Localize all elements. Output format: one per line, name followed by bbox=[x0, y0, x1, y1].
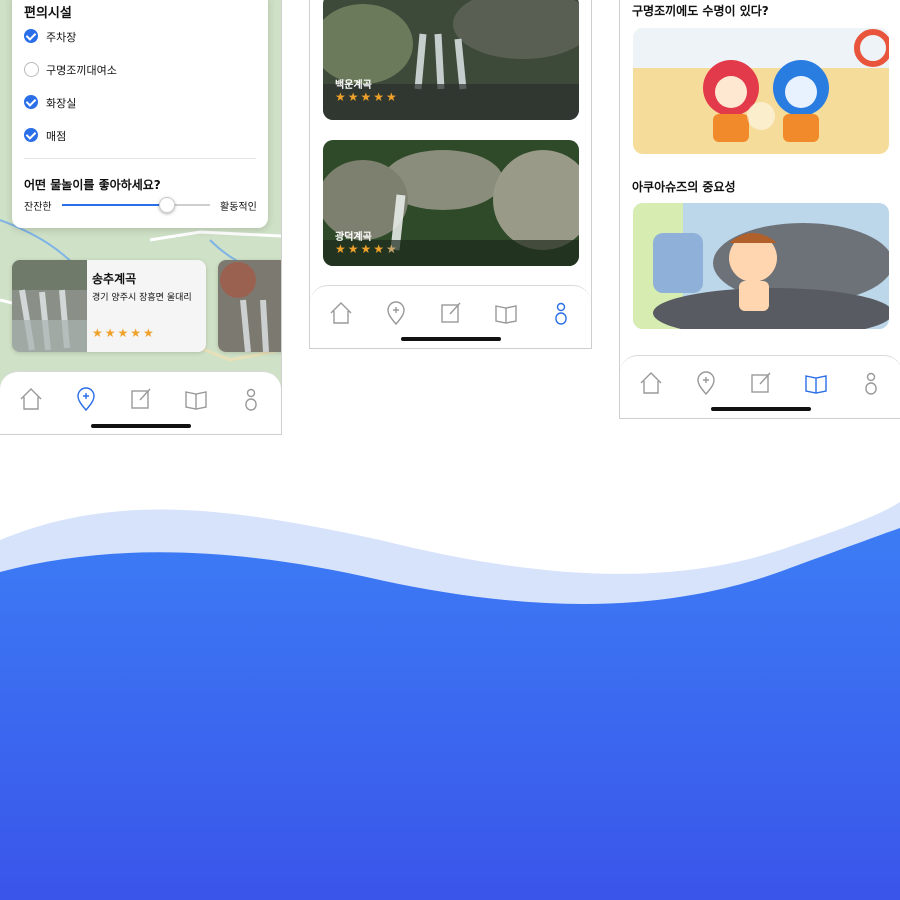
article-card-aquashoes[interactable] bbox=[633, 203, 889, 329]
slider-min-label: 잔잔한 bbox=[24, 202, 52, 213]
place-card[interactable]: 송추계곡 경기 양주시 장흥면 울대리 ★★★★★ bbox=[12, 260, 206, 352]
checkbox-checked-icon[interactable] bbox=[24, 95, 38, 109]
valley-name: 광덕계곡 bbox=[335, 232, 372, 243]
article-illustration bbox=[633, 203, 889, 329]
home-indicator bbox=[401, 337, 501, 341]
article-title: 아쿠아슈즈의 중요성 bbox=[632, 180, 736, 194]
edit-icon[interactable] bbox=[128, 386, 154, 412]
book-icon[interactable] bbox=[493, 300, 519, 326]
book-icon[interactable] bbox=[803, 370, 829, 396]
place-name: 송추계곡 bbox=[92, 272, 137, 286]
person-icon[interactable] bbox=[858, 370, 884, 396]
valley-rating-stars: ★★★★★ bbox=[335, 90, 399, 104]
activity-question: 어떤 물놀이를 좋아하세요? bbox=[24, 178, 161, 192]
map-pin-icon[interactable] bbox=[73, 386, 99, 412]
home-icon[interactable] bbox=[638, 370, 664, 396]
facility-filter-card: 편의시설 주차장 구명조끼대여소 화장실 매점 어떤 물놀이를 좋아하세요? 잔… bbox=[12, 0, 268, 228]
map-pin-icon[interactable] bbox=[693, 370, 719, 396]
tab-bar bbox=[310, 285, 591, 348]
home-indicator bbox=[711, 407, 811, 411]
checkbox-checked-icon[interactable] bbox=[24, 29, 38, 43]
article-illustration bbox=[633, 28, 889, 154]
home-icon[interactable] bbox=[18, 386, 44, 412]
guide-screen: 구명조끼에도 수명이 있다? 아쿠아슈즈의 중요성 bbox=[619, 0, 900, 419]
slider-thumb[interactable] bbox=[158, 197, 175, 213]
filter-title: 편의시설 bbox=[24, 6, 72, 21]
list-screen: 백운계곡 ★★★★★ 광덕계곡 ★★★★★ bbox=[309, 0, 592, 349]
person-icon[interactable] bbox=[238, 386, 264, 412]
slider-max-label: 활동적인 bbox=[220, 202, 257, 213]
person-icon[interactable] bbox=[548, 300, 574, 326]
article-card-lifejacket[interactable] bbox=[633, 28, 889, 154]
valley-rating-stars: ★★★★★ bbox=[335, 242, 399, 256]
place-rating-stars: ★★★★★ bbox=[92, 326, 156, 340]
map-screen: 편의시설 주차장 구명조끼대여소 화장실 매점 어떤 물놀이를 좋아하세요? 잔… bbox=[0, 0, 282, 435]
checkbox-checked-icon[interactable] bbox=[24, 128, 38, 142]
divider bbox=[24, 158, 256, 159]
place-address: 경기 양주시 장흥면 울대리 bbox=[92, 293, 192, 303]
valley-card-baegun[interactable]: 백운계곡 ★★★★★ bbox=[323, 0, 579, 120]
place-thumbnail bbox=[218, 260, 281, 352]
slider-fill bbox=[62, 204, 166, 206]
wave-background bbox=[0, 502, 900, 900]
place-card-next[interactable] bbox=[218, 260, 281, 352]
tab-bar bbox=[620, 355, 900, 418]
edit-icon[interactable] bbox=[438, 300, 464, 326]
book-icon[interactable] bbox=[183, 386, 209, 412]
tab-bar bbox=[0, 371, 281, 434]
place-thumbnail bbox=[12, 260, 87, 352]
home-icon[interactable] bbox=[328, 300, 354, 326]
activity-slider[interactable] bbox=[62, 197, 210, 213]
article-title: 구명조끼에도 수명이 있다? bbox=[632, 4, 769, 18]
edit-icon[interactable] bbox=[748, 370, 774, 396]
valley-card-gwangdeok[interactable]: 광덕계곡 ★★★★★ bbox=[323, 140, 579, 266]
checkbox-unchecked-icon[interactable] bbox=[24, 62, 39, 77]
valley-name: 백운계곡 bbox=[335, 80, 372, 91]
home-indicator bbox=[91, 424, 191, 428]
map-pin-icon[interactable] bbox=[383, 300, 409, 326]
